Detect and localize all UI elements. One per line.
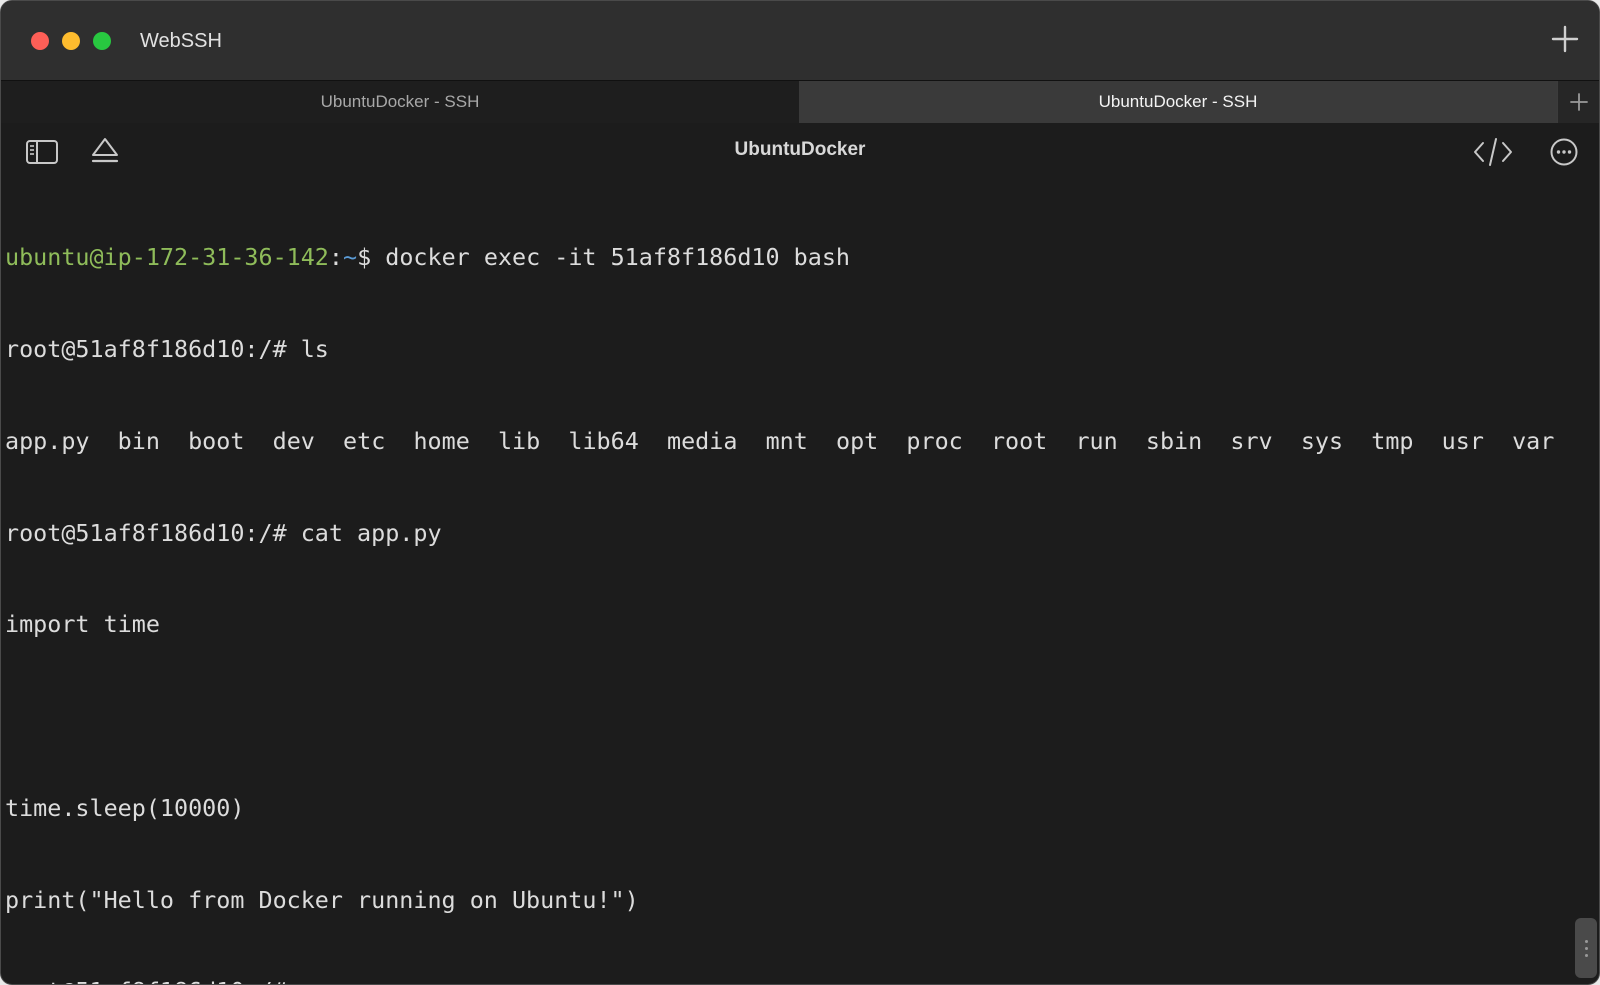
zoom-window-button[interactable]	[93, 32, 111, 50]
terminal-line: ubuntu@ip-172-31-36-142:~$ docker exec -…	[5, 242, 1575, 273]
terminal-line: root@51af8f186d10:/# cat app.py	[5, 518, 442, 547]
ls-entry: lib	[497, 426, 541, 455]
ls-entry: tmp	[1371, 426, 1414, 455]
ls-entry: app.py	[5, 426, 90, 455]
tab-bar: UbuntuDocker - SSH UbuntuDocker - SSH	[1, 81, 1599, 123]
code-snippets-icon	[1474, 138, 1512, 166]
close-window-button[interactable]	[31, 32, 49, 50]
ls-entry: mnt	[765, 426, 808, 455]
toolbar: UbuntuDocker	[1, 123, 1599, 181]
terminal-prompt-line: root@51af8f186d10:/#	[5, 976, 1575, 984]
ls-entry: media	[666, 426, 738, 455]
app-title: WebSSH	[140, 30, 222, 52]
prompt-path: ~	[343, 243, 358, 272]
ls-entry: home	[413, 426, 470, 455]
plus-icon	[1551, 25, 1579, 53]
more-options-icon	[1550, 138, 1578, 166]
ls-entry: lib64	[568, 426, 639, 455]
ls-entry: usr	[1441, 426, 1484, 455]
new-connection-button[interactable]	[1551, 25, 1579, 53]
terminal-line: print("Hello from Docker running on Ubun…	[5, 885, 639, 914]
ls-entry: var	[1512, 426, 1555, 455]
prompt-user-host: ubuntu@ip-172-31-36-142	[5, 243, 329, 272]
terminal-line: import time	[5, 610, 160, 639]
ls-entry: proc	[906, 426, 963, 455]
ls-entry: bin	[117, 426, 160, 455]
grip-dot	[1585, 954, 1588, 957]
new-tab-button[interactable]	[1557, 81, 1599, 123]
snippets-button[interactable]	[1473, 135, 1513, 169]
grip-dot	[1585, 940, 1588, 943]
plus-icon	[1570, 93, 1588, 111]
terminal-output[interactable]: ubuntu@ip-172-31-36-142:~$ docker exec -…	[5, 181, 1575, 984]
tab-ubuntudocker-ssh-2[interactable]: UbuntuDocker - SSH	[799, 81, 1557, 123]
tab-ubuntudocker-ssh-1[interactable]: UbuntuDocker - SSH	[1, 81, 799, 123]
ls-entry: run	[1075, 426, 1118, 455]
host-title: UbuntuDocker	[734, 139, 866, 160]
ls-entry: srv	[1230, 426, 1273, 455]
minimize-window-button[interactable]	[62, 32, 80, 50]
prompt-symbol: $	[357, 243, 372, 272]
ls-entry: boot	[188, 426, 245, 455]
ls-entry: sys	[1300, 426, 1344, 455]
webssh-window: WebSSH UbuntuDocker - SSH UbuntuDocker -…	[0, 0, 1600, 985]
ls-entry: etc	[343, 426, 386, 455]
more-options-button[interactable]	[1547, 135, 1581, 169]
title-bar: WebSSH	[1, 1, 1599, 81]
ls-entry: root	[990, 426, 1048, 455]
ls-entry: dev	[272, 426, 315, 455]
terminal-scrollbar[interactable]	[1575, 918, 1597, 978]
terminal-line: time.sleep(10000)	[5, 793, 245, 822]
terminal-line: root@51af8f186d10:/# ls	[5, 334, 329, 363]
ls-entry: sbin	[1145, 426, 1203, 455]
grip-dot	[1585, 947, 1588, 950]
command-text: docker exec -it 51af8f186d10 bash	[371, 243, 850, 272]
prompt-colon: :	[328, 243, 343, 272]
ls-entry: opt	[836, 426, 879, 455]
ls-output-row: app.py bin boot dev etc home lib lib64 m…	[5, 426, 1575, 457]
